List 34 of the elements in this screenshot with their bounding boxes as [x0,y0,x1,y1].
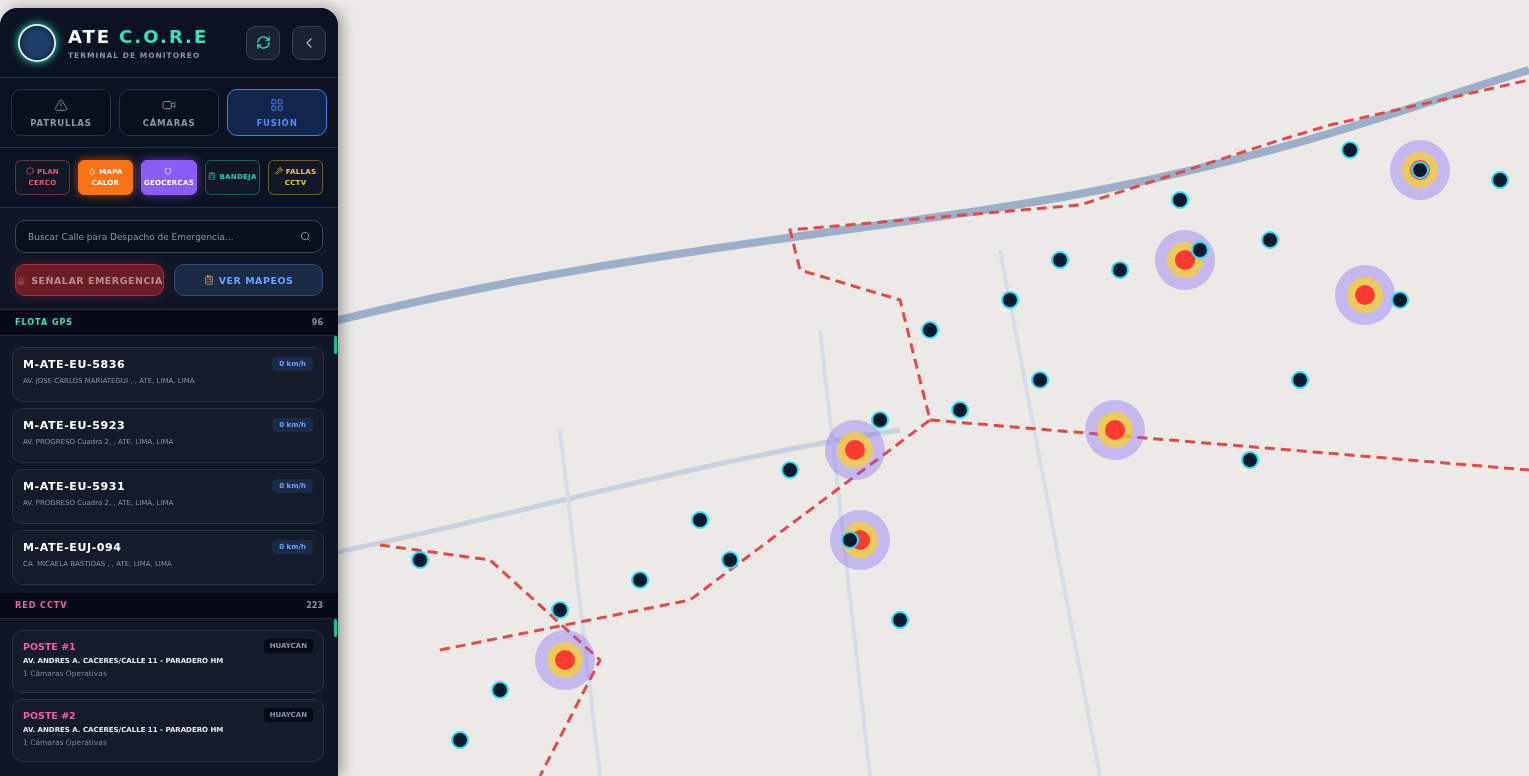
refresh-button[interactable] [246,25,280,60]
shield-icon [163,166,172,175]
search-icon [300,231,311,242]
section-title: RED CCTV [15,601,68,610]
search-field[interactable]: Buscar Calle para Despacho de Emergencia... [15,220,323,253]
warning-triangle-icon [54,97,68,112]
mode-tab[interactable]: PATRULLAS [11,89,111,136]
clipboard-icon [208,172,217,180]
post-name: POSTE #2 [23,709,76,721]
flame-icon [88,166,97,175]
app-title: ATE [68,25,112,47]
vehicle-id: M-ATE-EUJ-094 [23,540,122,554]
vehicle-id: M-ATE-EU-5923 [23,418,126,432]
vehicle-id: M-ATE-EU-5931 [23,479,126,493]
section-count: 223 [306,601,323,610]
post-name: POSTE #1 [23,640,76,652]
emergency-button[interactable]: SEÑALAR EMERGENCIA [15,264,164,296]
mode-tab[interactable]: CÁMARAS [119,89,219,136]
section-count: 96 [311,318,323,327]
collapse-button[interactable] [292,25,326,60]
scrollbar-thumb[interactable] [334,619,337,637]
circle-icon [25,166,34,175]
mode-tab[interactable]: FUSIÓN [227,89,327,136]
scrollbar-thumb[interactable] [334,336,337,354]
siren-icon [16,275,27,285]
clipboard-icon [203,275,214,285]
vehicle-id: M-ATE-EU-5836 [23,357,126,371]
app-title-accent: C.O.R.E [119,25,209,47]
grid-icon [270,97,284,112]
mappings-button[interactable]: VER MAPEOS [174,264,323,296]
section-title: FLOTA GPS [15,318,74,327]
logo-icon [18,23,56,62]
wrench-icon [274,166,283,175]
refresh-icon [255,35,271,50]
